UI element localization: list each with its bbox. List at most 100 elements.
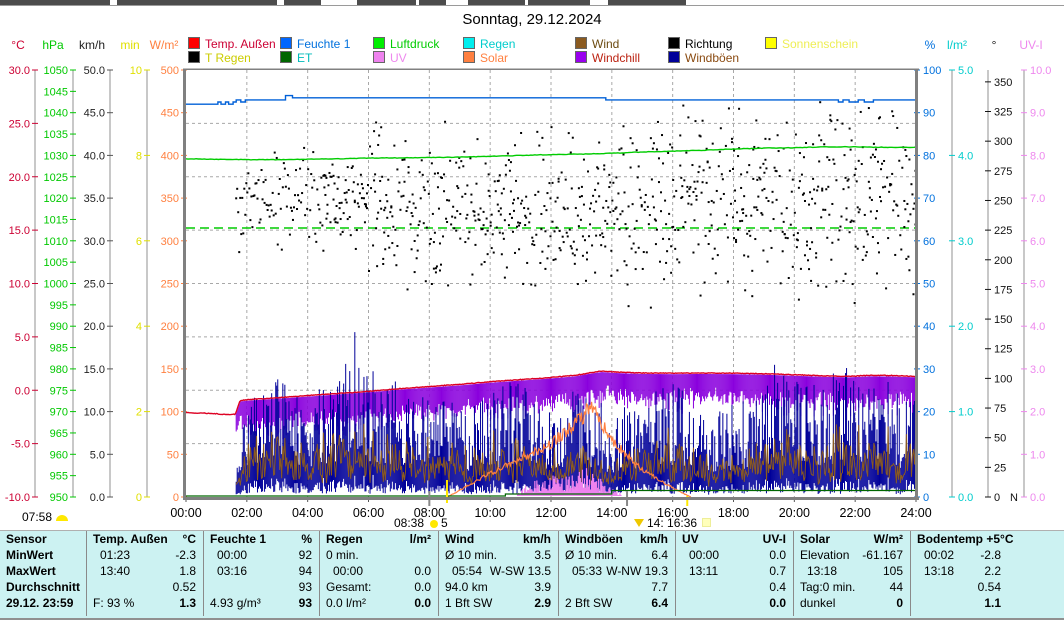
rect-el	[587, 170, 589, 172]
rect-el	[875, 217, 877, 219]
rect-el	[532, 240, 534, 242]
rect-el	[363, 197, 365, 199]
axis-tick-label: 8.0	[1030, 150, 1045, 162]
rect-el	[509, 213, 511, 215]
rect-el	[843, 280, 845, 282]
rect-el	[765, 167, 767, 169]
rect-el	[507, 152, 509, 154]
rect-el	[811, 198, 813, 200]
div-el: 0 min.	[320, 547, 439, 563]
rect-el	[339, 207, 341, 209]
rect-el	[855, 168, 857, 170]
rect-el	[652, 196, 654, 198]
div-el: Durchschnitt	[0, 579, 86, 595]
rect-el	[877, 161, 879, 163]
rect-el	[483, 211, 485, 213]
rect-el	[423, 222, 425, 224]
axis-tick-label: 5.0	[15, 332, 30, 344]
rect-el	[584, 239, 586, 241]
rect-el	[766, 261, 768, 263]
rect-el	[243, 188, 245, 190]
axis-tick-label: 985	[50, 343, 68, 355]
div-el: 13:401.8	[87, 563, 204, 579]
rect-el	[622, 125, 624, 127]
axis-tick-label: 90	[923, 108, 935, 120]
axis-tick-label: 200	[994, 255, 1012, 267]
legend-swatch-icon	[280, 37, 292, 49]
cell-label: 05:54	[445, 563, 482, 579]
rect-el	[498, 210, 500, 212]
div-el: 03:1694	[204, 563, 320, 579]
rect-el	[384, 207, 386, 209]
rect-el	[612, 182, 614, 184]
rect-el	[653, 142, 655, 144]
rect-el	[877, 242, 879, 244]
rect-el	[384, 248, 386, 250]
cell-label: 13:18	[917, 563, 954, 579]
rect-el	[525, 217, 527, 219]
rect-el	[380, 208, 382, 210]
cell-value: 0.4	[769, 579, 786, 595]
rect-el	[238, 251, 240, 253]
rect-el	[559, 230, 561, 232]
axis-tick-label: 0.0	[958, 492, 973, 504]
rect-el	[280, 208, 282, 210]
rect-el	[575, 207, 577, 209]
cell-value: 3.5	[534, 547, 551, 563]
rect-el	[445, 218, 447, 220]
rect-el	[597, 168, 599, 170]
axis-tick-label: 0	[994, 492, 1000, 504]
rect-el	[299, 168, 301, 170]
rect-el	[437, 186, 439, 188]
rect-el	[712, 143, 714, 145]
rect-el	[904, 149, 906, 151]
rect-el	[907, 220, 909, 222]
div-el: 13:110.7	[676, 563, 794, 579]
column-name: Solar	[800, 531, 830, 547]
rect-el	[485, 163, 487, 165]
legend-item-wind: Wind	[575, 37, 619, 50]
rect-el	[364, 221, 366, 223]
rect-el	[491, 247, 493, 249]
table-column-bodentemp-5: Bodentemp +5°C00:02-2.813:182.20.541.1	[910, 531, 1009, 616]
legend-swatch-icon	[668, 37, 680, 49]
rect-el	[839, 226, 841, 228]
rect-el	[391, 215, 393, 217]
rect-el	[524, 215, 526, 217]
rect-el	[358, 206, 360, 208]
axis-tick-label: 275	[994, 166, 1012, 178]
rect-el	[674, 248, 676, 250]
rect-el	[894, 254, 896, 256]
rect-el	[586, 252, 588, 254]
rect-el	[240, 233, 242, 235]
rect-el	[374, 173, 376, 175]
rect-el	[873, 143, 875, 145]
rect-el	[641, 204, 643, 206]
rect-el	[581, 195, 583, 197]
rect-el	[525, 196, 527, 198]
rect-el	[849, 128, 851, 130]
rect-el	[449, 160, 451, 162]
rect-el	[289, 234, 291, 236]
rect-el	[608, 174, 610, 176]
rect-el	[624, 260, 626, 262]
rect-el	[658, 157, 660, 159]
axis-tick-label: 300	[994, 136, 1012, 148]
legend-swatch-icon	[280, 51, 292, 63]
rect-el	[616, 218, 618, 220]
cell-value: 1.8	[179, 563, 196, 579]
rect-el	[536, 131, 538, 133]
rect-el	[527, 208, 529, 210]
rect-el	[892, 209, 894, 211]
rect-el	[602, 236, 604, 238]
rect-el	[533, 244, 535, 246]
legend-label: T Regen	[205, 51, 251, 65]
rect-el	[636, 149, 638, 151]
axis-tick-label: -5.0	[11, 439, 30, 451]
x-tick-label: 10:00	[475, 506, 506, 520]
rect-el	[770, 230, 772, 232]
rect-el	[475, 183, 477, 185]
rect-el	[361, 197, 363, 199]
x-tick-label: 02:00	[231, 506, 262, 520]
rect-el	[365, 205, 367, 207]
